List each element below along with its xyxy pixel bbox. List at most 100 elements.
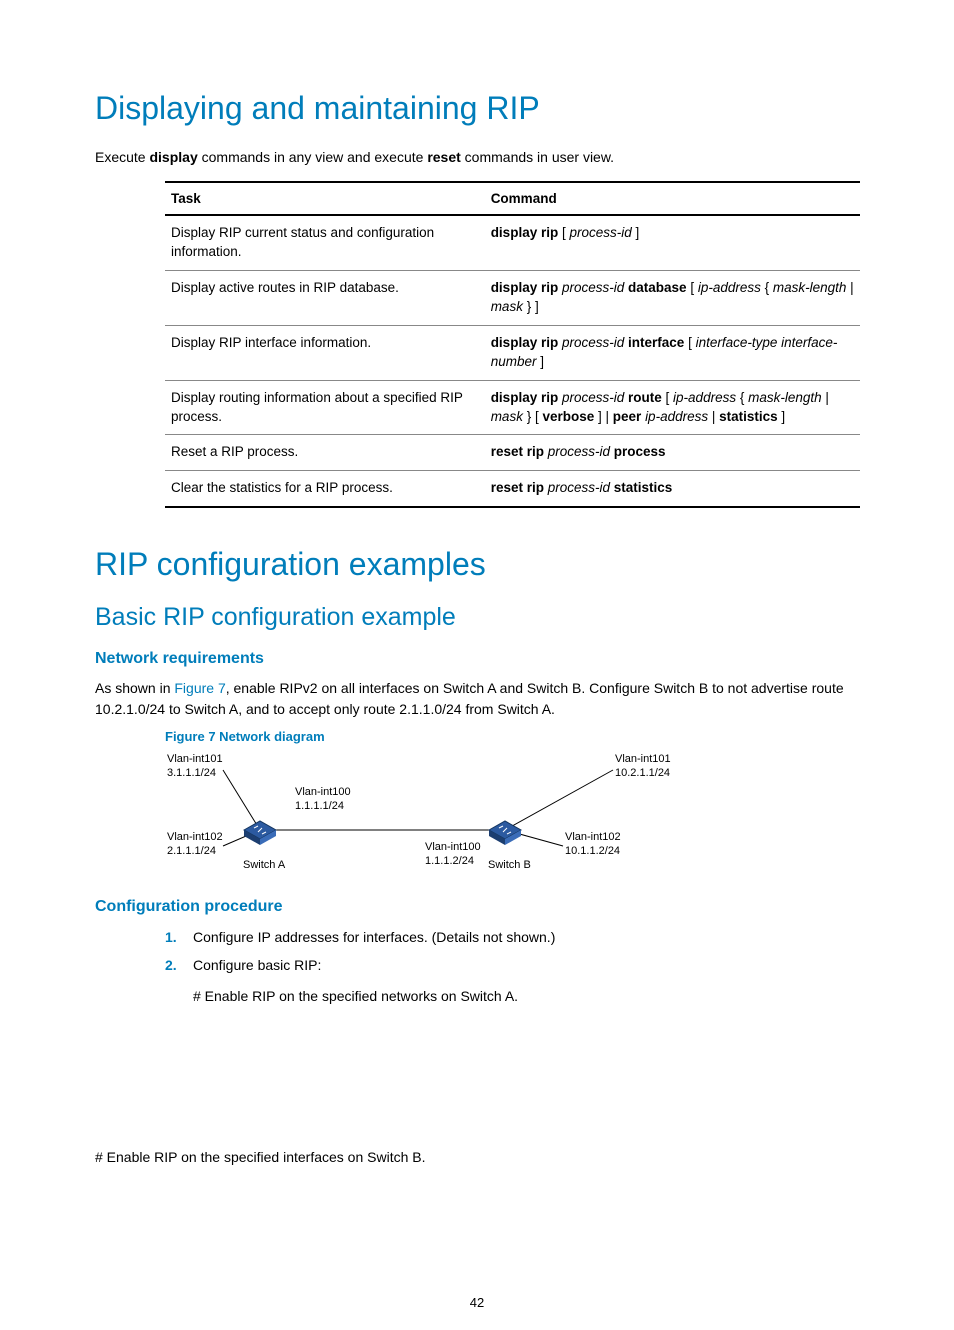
cmd-param: mask [491, 409, 523, 424]
cmd-text: ] [632, 225, 640, 240]
cmd-param: ip-address [645, 409, 708, 424]
label: Vlan-int101 [615, 753, 671, 765]
procedure-list: 1. Configure IP addresses for interfaces… [165, 926, 859, 1007]
heading-config-procedure: Configuration procedure [95, 898, 859, 916]
cmd-text: [ [662, 390, 673, 405]
text-bold: reset [427, 149, 460, 165]
heading-network-requirements: Network requirements [95, 650, 859, 668]
label: Vlan-int101 [167, 753, 223, 765]
label: 1.1.1.1/24 [295, 800, 344, 812]
table-header-row: Task Command [165, 182, 860, 215]
cmd-keyword: display rip [491, 225, 559, 240]
cmd-keyword: reset rip [491, 444, 544, 459]
text: commands in any view and execute [198, 149, 428, 165]
cmd-param: process-id [548, 444, 610, 459]
label: Vlan-int100 [425, 841, 481, 853]
cmd-text: [ [684, 335, 695, 350]
command-cell: display rip process-id interface [ inter… [485, 325, 860, 380]
cmd-text: } ] [523, 299, 539, 314]
step-subtext: # Enable RIP on the specified networks o… [193, 985, 859, 1007]
command-cell: display rip [ process-id ] [485, 215, 860, 270]
label: 10.1.1.2/24 [565, 845, 620, 857]
cmd-keyword: statistics [614, 480, 673, 495]
cmd-param: ip-address [673, 390, 736, 405]
cmd-param: process-id [562, 390, 624, 405]
label: 2.1.1.1/24 [167, 845, 216, 857]
table-header-task: Task [165, 182, 485, 215]
cmd-keyword: display rip [491, 390, 559, 405]
cmd-keyword: display rip [491, 335, 559, 350]
cmd-text: ] | [594, 409, 613, 424]
task-cell: Display routing information about a spec… [165, 380, 485, 435]
label: Vlan-int102 [565, 831, 621, 843]
cmd-text: [ [558, 225, 569, 240]
step-number: 2. [165, 954, 177, 976]
step-subtext: # Enable RIP on the specified interfaces… [95, 1147, 859, 1167]
cmd-keyword: database [628, 280, 687, 295]
label: Vlan-int102 [167, 831, 223, 843]
switch-icon [244, 821, 276, 845]
cmd-param: mask [491, 299, 523, 314]
command-cell: reset rip process-id statistics [485, 471, 860, 507]
cmd-text: | [708, 409, 719, 424]
cmd-text: { [761, 280, 773, 295]
network-diagram: Vlan-int101 3.1.1.1/24 Vlan-int101 10.2.… [165, 750, 859, 880]
switch-icon [489, 821, 521, 845]
text: commands in user view. [461, 149, 614, 165]
cmd-text: } [ [523, 409, 543, 424]
task-cell: Display active routes in RIP database. [165, 271, 485, 326]
task-cell: Display RIP interface information. [165, 325, 485, 380]
cmd-text: [ [687, 280, 698, 295]
cmd-keyword: process [614, 444, 666, 459]
cmd-param: process-id [562, 335, 624, 350]
cmd-text: { [736, 390, 748, 405]
figure-link[interactable]: Figure 7 [174, 680, 225, 696]
command-cell: display rip process-id database [ ip-add… [485, 271, 860, 326]
page-number: 42 [0, 1295, 954, 1310]
cmd-param: process-id [562, 280, 624, 295]
table-row: Display active routes in RIP database.di… [165, 271, 860, 326]
cmd-param: process-id [548, 480, 610, 495]
cmd-text: ] [536, 354, 544, 369]
label: Vlan-int100 [295, 786, 351, 798]
table-body: Display RIP current status and configura… [165, 215, 860, 507]
cmd-param: mask-length [748, 390, 822, 405]
heading-displaying-maintaining: Displaying and maintaining RIP [95, 90, 859, 127]
task-cell: Clear the statistics for a RIP process. [165, 471, 485, 507]
task-cell: Reset a RIP process. [165, 435, 485, 471]
text: Execute [95, 149, 149, 165]
cmd-keyword: statistics [719, 409, 778, 424]
table-row: Display RIP current status and configura… [165, 215, 860, 270]
cmd-param: mask-length [773, 280, 847, 295]
cmd-keyword: peer [613, 409, 642, 424]
text: As shown in [95, 680, 174, 696]
label: 1.1.1.2/24 [425, 855, 474, 867]
list-item: 1. Configure IP addresses for interfaces… [165, 926, 859, 948]
figure-caption: Figure 7 Network diagram [165, 729, 859, 744]
command-cell: display rip process-id route [ ip-addres… [485, 380, 860, 435]
command-cell: reset rip process-id process [485, 435, 860, 471]
label: Switch A [243, 859, 286, 871]
page: Displaying and maintaining RIP Execute d… [0, 0, 954, 1330]
cmd-keyword: verbose [542, 409, 594, 424]
cmd-keyword: route [628, 390, 662, 405]
intro-paragraph: Execute display commands in any view and… [95, 147, 859, 167]
step-number: 1. [165, 926, 177, 948]
cmd-param: process-id [569, 225, 631, 240]
cmd-text: ] [778, 409, 786, 424]
text-bold: display [149, 149, 197, 165]
cmd-text: | [846, 280, 853, 295]
cmd-keyword: reset rip [491, 480, 544, 495]
step-text: Configure IP addresses for interfaces. (… [193, 929, 555, 945]
requirements-paragraph: As shown in Figure 7, enable RIPv2 on al… [95, 678, 859, 719]
heading-basic-rip-config: Basic RIP configuration example [95, 603, 859, 632]
table-header-command: Command [485, 182, 860, 215]
task-cell: Display RIP current status and configura… [165, 215, 485, 270]
list-item: 2. Configure basic RIP: # Enable RIP on … [165, 954, 859, 1007]
label: 3.1.1.1/24 [167, 767, 216, 779]
cmd-keyword: display rip [491, 280, 559, 295]
label: Switch B [488, 859, 531, 871]
table-row: Reset a RIP process.reset rip process-id… [165, 435, 860, 471]
cmd-param: ip-address [698, 280, 761, 295]
step-text: Configure basic RIP: [193, 957, 321, 973]
